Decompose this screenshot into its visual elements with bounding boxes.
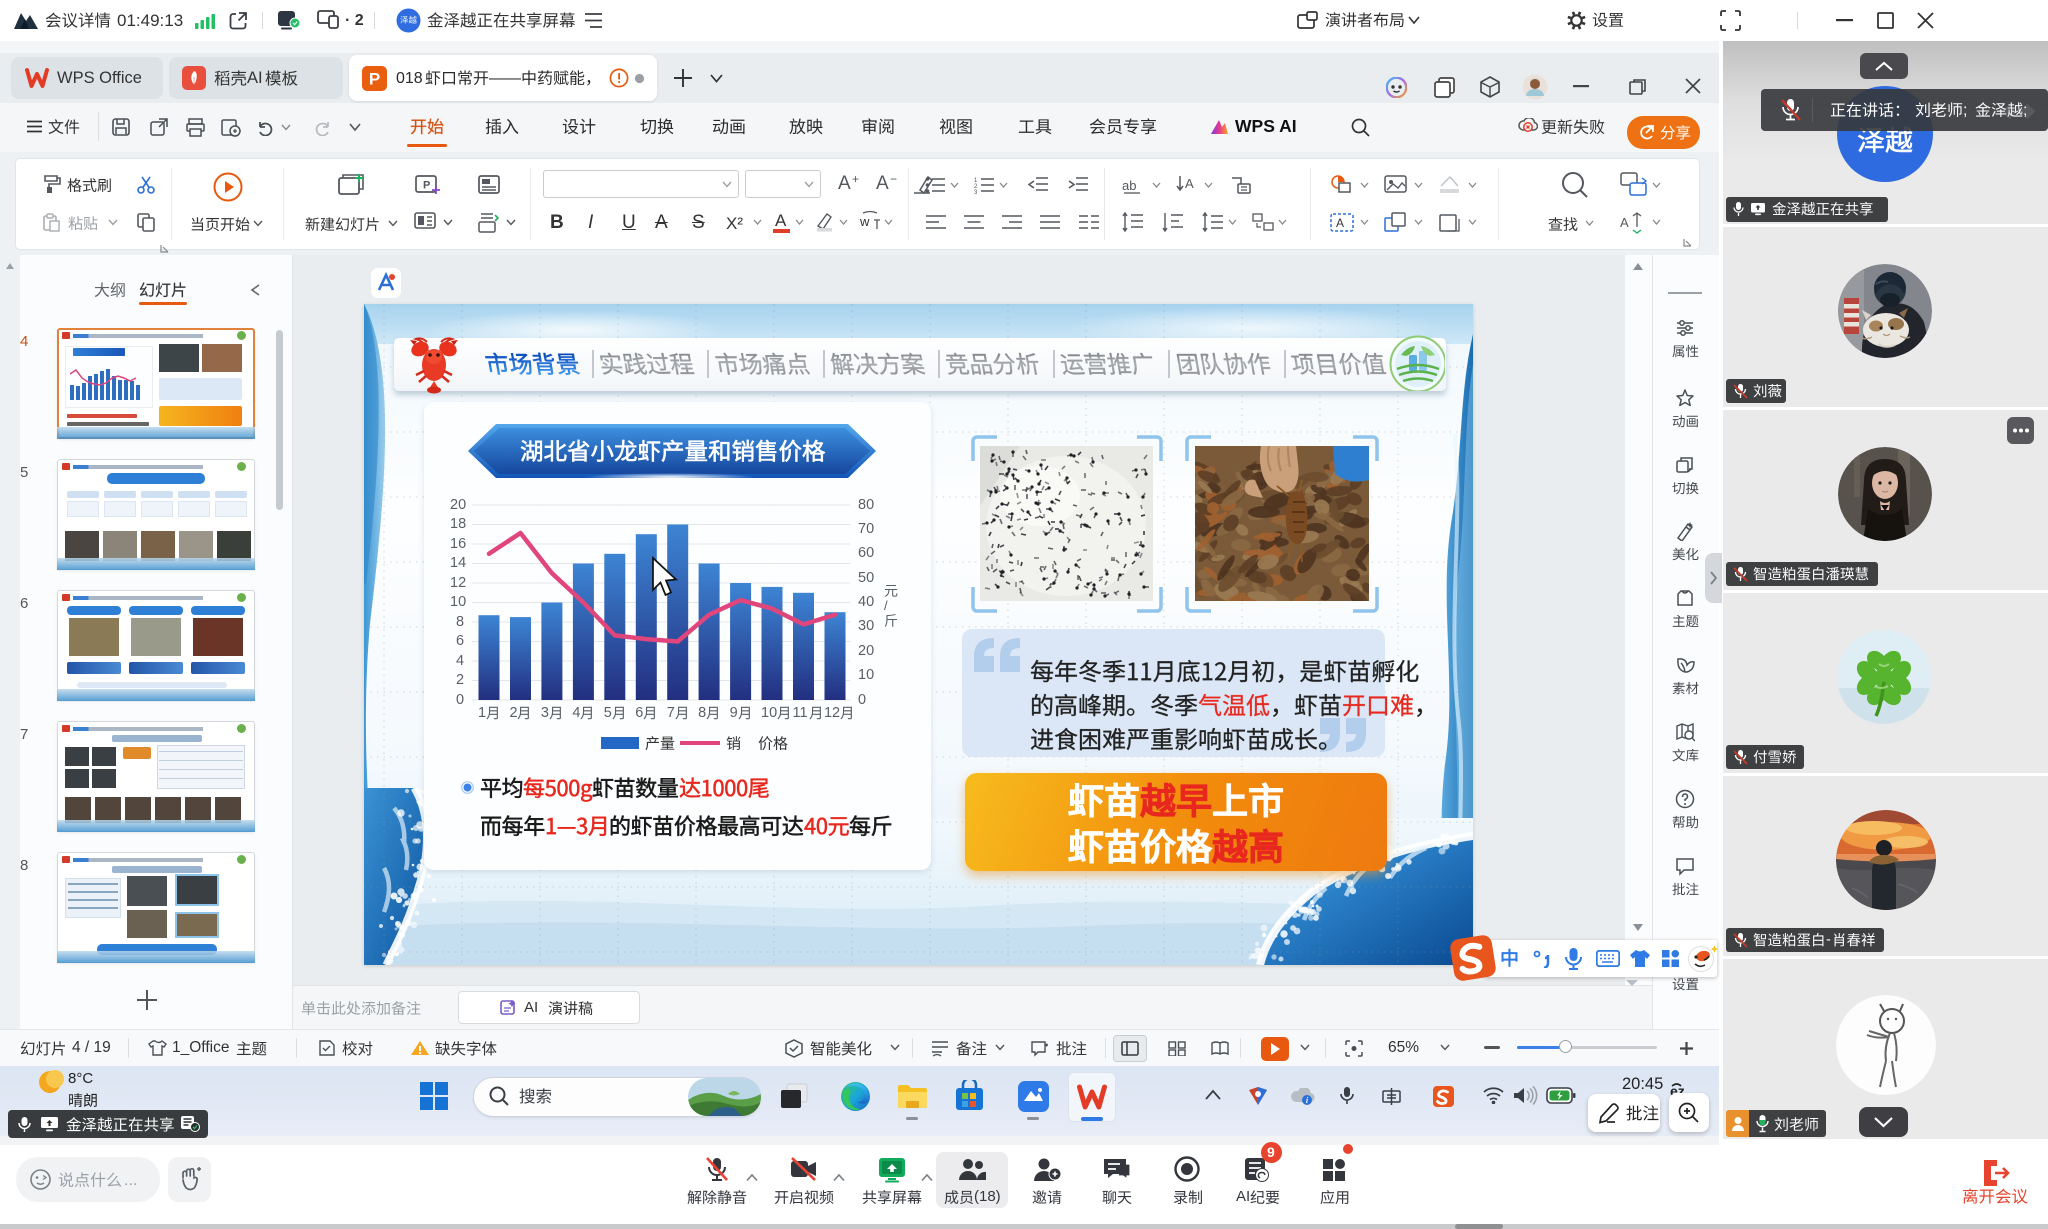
svg-text:ab: ab [1122,178,1136,193]
svg-text:3: 3 [974,190,978,194]
svg-text:A: A [1336,216,1344,230]
svg-text:A: A [1620,215,1629,230]
svg-text:w: w [859,214,870,229]
svg-text:A: A [1185,176,1194,191]
svg-text:P: P [369,70,380,89]
svg-text:P: P [423,180,430,192]
